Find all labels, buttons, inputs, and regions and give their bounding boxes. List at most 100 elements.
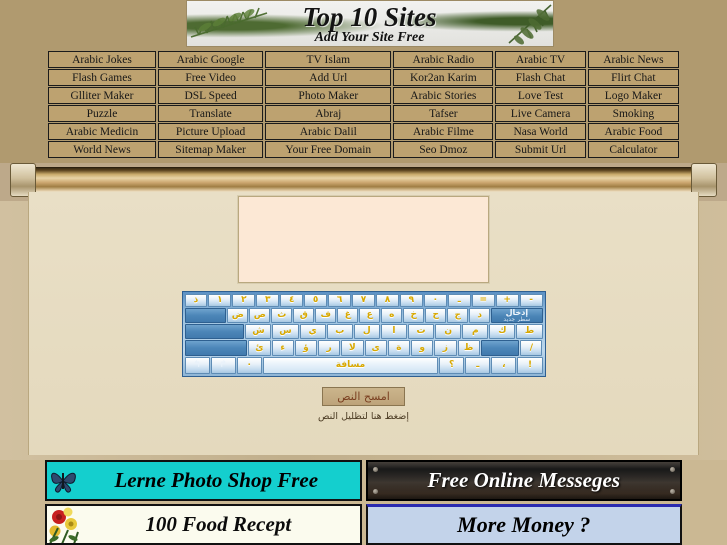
keyboard-key[interactable]: لا — [341, 340, 364, 356]
site-link-cell[interactable]: Calculator — [587, 141, 679, 158]
site-link-cell[interactable]: Nasa World — [495, 123, 586, 140]
keyboard-key[interactable]: ر — [318, 340, 341, 356]
keyboard-key[interactable]: ش — [245, 324, 272, 339]
keyboard-key-modifier[interactable] — [480, 340, 520, 356]
keyboard-key[interactable]: ض — [227, 308, 249, 323]
keyboard-key[interactable]: غ — [337, 308, 359, 323]
site-link-cell[interactable]: Picture Upload — [157, 123, 264, 140]
site-link-cell[interactable]: Arabic News — [587, 51, 679, 68]
site-link-cell[interactable]: Arabic TV — [495, 51, 586, 68]
keyboard-key-space[interactable]: مسافة — [262, 357, 439, 374]
keyboard-key[interactable]: ؤ — [294, 340, 318, 356]
keyboard-key[interactable]: ، — [491, 357, 517, 374]
keyboard-key[interactable]: ق — [293, 308, 315, 323]
keyboard-key[interactable]: ١ — [208, 294, 232, 307]
site-link-cell[interactable]: Flirt Chat — [587, 69, 679, 86]
keyboard-key[interactable]: د — [469, 308, 491, 323]
text-input-area[interactable] — [237, 195, 490, 284]
keyboard-key[interactable]: ح — [425, 308, 447, 323]
site-link-cell[interactable]: Tafser — [393, 105, 494, 122]
keyboard-key[interactable]: ة — [387, 340, 411, 356]
site-link-cell[interactable]: Your Free Domain — [265, 141, 392, 158]
keyboard-key-modifier[interactable] — [184, 324, 245, 339]
keyboard-key[interactable]: ٣ — [256, 294, 280, 307]
keyboard-key[interactable]: ك — [489, 324, 516, 339]
site-link-cell[interactable]: Flash Chat — [495, 69, 586, 86]
keyboard-key[interactable]: ت — [408, 324, 435, 339]
site-link-cell[interactable]: Arabic Jokes — [48, 51, 156, 68]
site-link-cell[interactable]: Add Url — [265, 69, 392, 86]
site-link-cell[interactable]: Sitemap Maker — [157, 141, 264, 158]
site-link-cell[interactable]: TV Islam — [265, 51, 392, 68]
keyboard-key[interactable]: ٥ — [304, 294, 328, 307]
keyboard-key[interactable]: ن — [435, 324, 462, 339]
site-link-cell[interactable]: Abraj — [265, 105, 392, 122]
keyboard-key[interactable]: + — [495, 294, 519, 307]
keyboard-key[interactable]: ء — [271, 340, 294, 356]
keyboard-key[interactable]: ث — [271, 308, 293, 323]
site-link-cell[interactable]: Kor2an Karim — [393, 69, 494, 86]
site-link-cell[interactable]: Submit Url — [495, 141, 586, 158]
site-link-cell[interactable]: Glliter Maker — [48, 87, 156, 104]
site-link-cell[interactable]: Arabic Medicin — [48, 123, 156, 140]
site-link-cell[interactable]: Translate — [157, 105, 264, 122]
site-link-cell[interactable]: DSL Speed — [157, 87, 264, 104]
keyboard-key[interactable]: ٤ — [280, 294, 304, 307]
keyboard-key[interactable]: ـ — [465, 357, 491, 374]
keyboard-key[interactable]: م — [462, 324, 489, 339]
keyboard-key[interactable]: = — [471, 294, 495, 307]
keyboard-key[interactable]: ٦ — [328, 294, 352, 307]
site-link-cell[interactable]: Arabic Filme — [393, 123, 494, 140]
keyboard-key-arrow[interactable]: ↰ — [184, 357, 210, 374]
keyboard-key[interactable]: ! — [517, 357, 543, 374]
ad-banner-messages[interactable]: Free Online Messeges — [365, 460, 682, 501]
keyboard-key[interactable]: ع — [359, 308, 381, 323]
keyboard-key-enter[interactable]: إدخال سطر جديد — [491, 308, 543, 323]
keyboard-key[interactable]: ٢ — [232, 294, 256, 307]
keyboard-key[interactable]: خ — [403, 308, 425, 323]
keyboard-key[interactable]: ف — [315, 308, 337, 323]
keyboard-key[interactable]: ٠ — [236, 357, 262, 374]
keyboard-key[interactable]: ذ — [184, 294, 208, 307]
site-link-cell[interactable]: Arabic Dalil — [265, 123, 392, 140]
site-link-cell[interactable]: Puzzle — [48, 105, 156, 122]
keyboard-key[interactable]: / — [520, 340, 543, 356]
keyboard-key-modifier[interactable] — [184, 340, 248, 356]
keyboard-key[interactable]: ي — [299, 324, 326, 339]
keyboard-key[interactable]: ٧ — [352, 294, 375, 307]
keyboard-key[interactable]: ى — [364, 340, 387, 356]
keyboard-key[interactable]: ب — [326, 324, 353, 339]
keyboard-key[interactable]: س — [272, 324, 299, 339]
keyboard-key[interactable]: ص — [249, 308, 271, 323]
site-logo-banner[interactable]: Top 10 Sites Add Your Site Free — [185, 0, 554, 47]
keyboard-key[interactable]: ا — [380, 324, 407, 339]
keyboard-key[interactable]: ٠ — [423, 294, 447, 307]
keyboard-key[interactable]: - — [519, 294, 543, 307]
site-link-cell[interactable]: Smoking — [587, 105, 679, 122]
keyboard-key[interactable]: ـ — [447, 294, 471, 307]
site-link-cell[interactable]: Photo Maker — [265, 87, 392, 104]
site-link-cell[interactable]: Arabic Food — [587, 123, 679, 140]
site-link-cell[interactable]: Free Video — [157, 69, 264, 86]
site-link-cell[interactable]: Love Test — [495, 87, 586, 104]
keyboard-key[interactable]: ز — [434, 340, 457, 356]
site-link-cell[interactable]: Arabic Stories — [393, 87, 494, 104]
keyboard-key[interactable]: ه — [381, 308, 403, 323]
keyboard-key[interactable]: ط — [516, 324, 543, 339]
arabic-virtual-keyboard[interactable]: ذ ١ ٢ ٣ ٤ ٥ ٦ ٧ ٨ ٩ ٠ ـ = + - ض ص ث ق ف غ ع ه خ ح ج د إدخال سطر جديد… — [181, 291, 546, 377]
site-link-cell[interactable]: Arabic Google — [157, 51, 264, 68]
keyboard-key[interactable]: ٩ — [399, 294, 423, 307]
keyboard-key[interactable]: ٨ — [376, 294, 399, 307]
keyboard-key-modifier[interactable] — [184, 308, 227, 323]
ad-banner-photoshop[interactable]: Lerne Photo Shop Free — [45, 460, 362, 501]
ad-banner-food[interactable]: 100 Food Recept — [45, 504, 362, 545]
keyboard-key-arrow[interactable]: ↱ — [210, 357, 236, 374]
keyboard-key[interactable]: ل — [353, 324, 380, 339]
keyboard-key[interactable]: و — [411, 340, 434, 356]
site-link-cell[interactable]: Arabic Radio — [393, 51, 494, 68]
keyboard-key[interactable]: ئ — [248, 340, 271, 356]
keyboard-key[interactable]: ظ — [457, 340, 480, 356]
site-link-cell[interactable]: Flash Games — [48, 69, 156, 86]
ad-banner-money[interactable]: More Money ? — [365, 503, 682, 545]
site-link-cell[interactable]: Logo Maker — [587, 87, 679, 104]
